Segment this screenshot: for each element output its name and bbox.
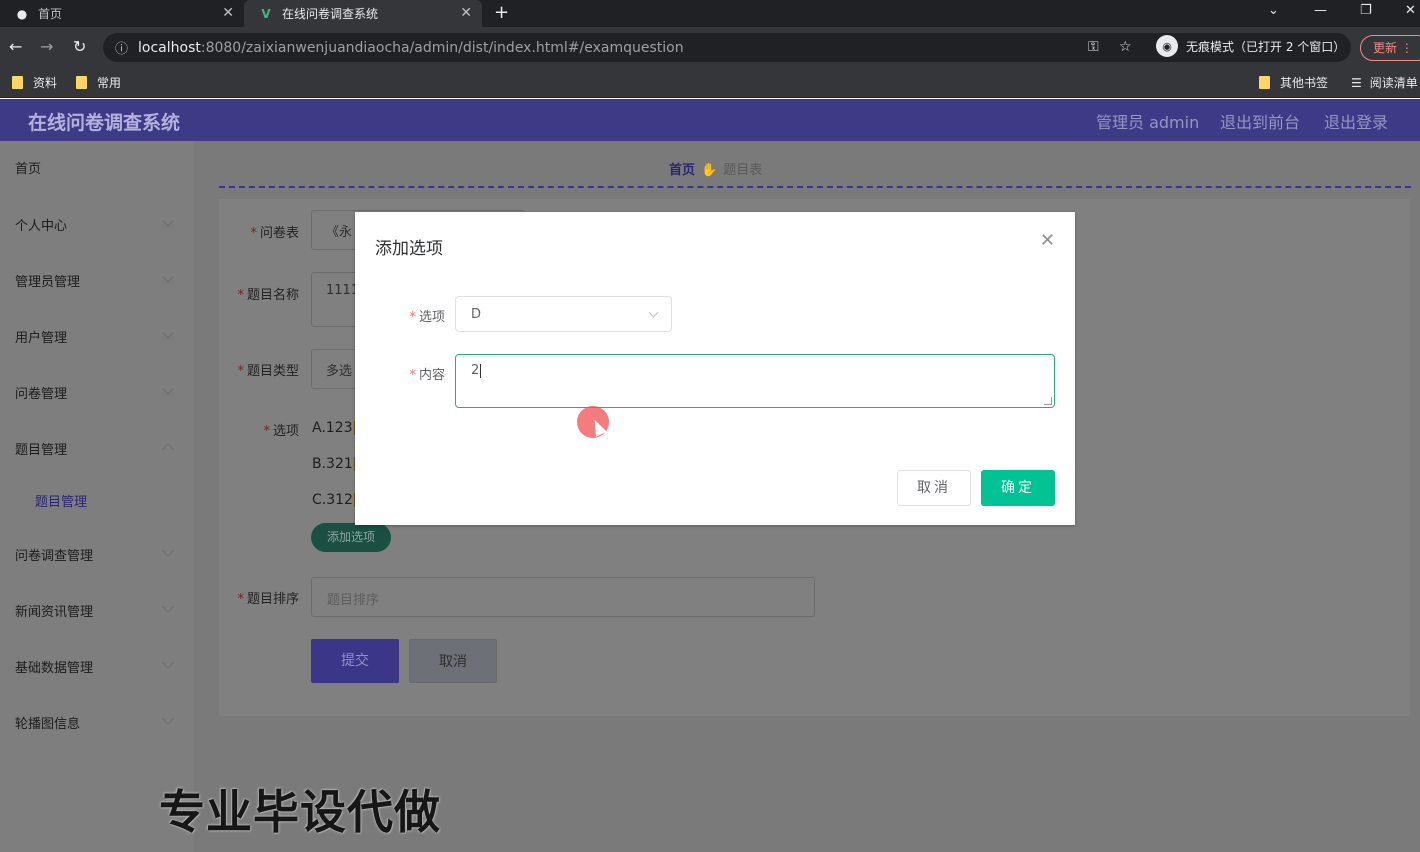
watermark-text: 专业毕设代做 bbox=[159, 785, 441, 839]
site-info-icon[interactable]: ⓘ bbox=[115, 38, 128, 57]
bookmark-label: 资料 bbox=[33, 76, 58, 90]
update-button[interactable]: 更新 ⋮ bbox=[1360, 35, 1420, 61]
question-order-placeholder: 题目排序 bbox=[327, 593, 380, 608]
tab-search-icon[interactable]: ⌄ bbox=[1268, 3, 1279, 18]
resize-handle-icon[interactable] bbox=[1044, 397, 1052, 405]
sidebar-item-personal-center[interactable]: 个人中心 bbox=[15, 215, 67, 234]
option-item: A.123 bbox=[312, 420, 360, 436]
question-order-label: * 题目排序 bbox=[237, 592, 299, 607]
content-field-label: * 内容 bbox=[409, 368, 445, 383]
option-text: A.123 bbox=[312, 420, 353, 436]
globe-icon: ● bbox=[16, 6, 28, 21]
exit-to-front-link[interactable]: 退出到前台 bbox=[1220, 109, 1300, 133]
reading-list[interactable]: ☰ 阅读清单 bbox=[1351, 74, 1418, 91]
option-letter-select[interactable]: D bbox=[455, 296, 672, 332]
option-text: B.321 bbox=[312, 456, 353, 472]
reading-list-icon: ☰ bbox=[1351, 75, 1362, 90]
bookmark-label: 其他书签 bbox=[1280, 76, 1329, 90]
back-icon[interactable]: ← bbox=[9, 37, 22, 56]
other-bookmarks[interactable]: 其他书签 bbox=[1259, 74, 1328, 91]
minimize-icon[interactable]: — bbox=[1314, 3, 1327, 18]
breadcrumb-home[interactable]: 首页 bbox=[669, 163, 695, 178]
tab-title: 首页 bbox=[38, 7, 63, 21]
sidebar-item-news-management[interactable]: 新闻资讯管理 bbox=[15, 601, 93, 620]
admin-user-label: 管理员 admin bbox=[1096, 113, 1200, 132]
breadcrumb: 首页 ✋ 题目表 bbox=[669, 159, 762, 178]
option-item: C.312 bbox=[312, 492, 360, 508]
browser-tab-active[interactable]: V 在线问卷调查系统 ✕ bbox=[244, 0, 482, 27]
url-path: :8080/zaixianwenjuandiaocha/admin/dist/i… bbox=[200, 39, 684, 56]
dialog-cancel-button[interactable]: 取消 bbox=[897, 470, 971, 506]
content-value: 2 bbox=[471, 363, 480, 378]
sidebar bbox=[0, 141, 194, 852]
restore-icon[interactable]: ❐ bbox=[1360, 3, 1372, 18]
bookmark-folder[interactable]: 资料 bbox=[12, 74, 57, 91]
incognito-icon: ◉ bbox=[1156, 35, 1178, 57]
sidebar-item-survey-response-management[interactable]: 问卷调查管理 bbox=[15, 545, 93, 564]
form-cancel-button[interactable]: 取消 bbox=[409, 639, 497, 683]
option-letter-value: D bbox=[471, 307, 482, 322]
forward-icon[interactable]: → bbox=[40, 37, 53, 56]
key-icon[interactable]: ⚿ bbox=[1088, 39, 1099, 55]
question-name-label: * 题目名称 bbox=[237, 288, 299, 303]
incognito-label: 无痕模式（已打开 2 个窗口） bbox=[1186, 39, 1346, 54]
folder-icon bbox=[76, 76, 87, 89]
window-close-icon[interactable]: ✕ bbox=[1405, 3, 1416, 18]
dialog-confirm-button[interactable]: 确定 bbox=[981, 470, 1055, 506]
option-field-label: * 选项 bbox=[409, 310, 445, 325]
bookmark-folder[interactable]: 常用 bbox=[76, 74, 121, 91]
sidebar-subitem-question-management[interactable]: 题目管理 bbox=[35, 491, 87, 510]
bookmark-label: 常用 bbox=[97, 76, 122, 90]
content-textarea[interactable]: 2 bbox=[455, 354, 1055, 408]
sidebar-item-carousel-info[interactable]: 轮播图信息 bbox=[15, 713, 80, 732]
survey-select-value: 《永 bbox=[326, 225, 353, 240]
url-host: localhost bbox=[138, 39, 201, 56]
sidebar-item-user-management[interactable]: 用户管理 bbox=[15, 327, 67, 346]
text-caret bbox=[480, 363, 482, 378]
star-icon[interactable]: ☆ bbox=[1119, 39, 1132, 55]
sidebar-item-base-data-management[interactable]: 基础数据管理 bbox=[15, 657, 93, 676]
survey-field-label: * 问卷表 bbox=[250, 226, 299, 241]
dialog-title: 添加选项 bbox=[375, 239, 443, 259]
browser-tab-home[interactable]: ● 首页 ✕ bbox=[0, 0, 244, 27]
add-option-button[interactable]: 添加选项 bbox=[311, 523, 391, 552]
reload-icon[interactable]: ↻ bbox=[73, 37, 86, 56]
sidebar-item-home[interactable]: 首页 bbox=[15, 158, 41, 177]
vue-logo-icon: V bbox=[261, 6, 271, 21]
add-option-dialog: 添加选项 ✕ * 选项 D * 内容 2 取消 确定 bbox=[355, 212, 1075, 525]
close-tab-icon[interactable]: ✕ bbox=[460, 5, 472, 21]
bookmarks-bar: 资料 常用 其他书签 ☰ 阅读清单 bbox=[0, 68, 1420, 98]
options-label: * 选项 bbox=[263, 424, 299, 439]
incognito-indicator[interactable]: ◉ 无痕模式（已打开 2 个窗口） bbox=[1156, 35, 1345, 57]
new-tab-icon[interactable]: + bbox=[494, 2, 509, 23]
reading-list-label: 阅读清单 bbox=[1369, 76, 1418, 90]
logout-link[interactable]: 退出登录 bbox=[1324, 109, 1388, 133]
app-title: 在线问卷调查系统 bbox=[28, 112, 181, 134]
sidebar-item-admin-management[interactable]: 管理员管理 bbox=[15, 271, 80, 290]
submit-button[interactable]: 提交 bbox=[311, 639, 399, 683]
tab-title: 在线问卷调查系统 bbox=[282, 7, 379, 21]
close-tab-icon[interactable]: ✕ bbox=[222, 5, 234, 21]
breadcrumb-divider bbox=[219, 186, 1411, 188]
sidebar-item-question-management[interactable]: 题目管理 bbox=[15, 439, 67, 458]
hand-icon: ✋ bbox=[701, 163, 718, 178]
option-text: C.312 bbox=[312, 492, 353, 508]
close-icon[interactable]: ✕ bbox=[1040, 230, 1055, 251]
app-header: 在线问卷调查系统 管理员 admin 退出到前台 退出登录 bbox=[0, 99, 1420, 141]
option-item: B.321 bbox=[312, 456, 360, 472]
question-order-input[interactable]: 题目排序 bbox=[311, 577, 815, 617]
browser-tab-bar: ● 首页 ✕ V 在线问卷调查系统 ✕ + ⌄ — ❐ ✕ bbox=[0, 0, 1420, 27]
folder-icon bbox=[12, 76, 23, 89]
breadcrumb-current: 题目表 bbox=[723, 163, 763, 178]
question-type-value: 多选 bbox=[326, 364, 353, 379]
folder-icon bbox=[1259, 76, 1270, 89]
sidebar-item-survey-management[interactable]: 问卷管理 bbox=[15, 383, 67, 402]
update-label: 更新 bbox=[1373, 41, 1398, 55]
chevron-down-icon bbox=[648, 307, 659, 318]
question-type-label: * 题目类型 bbox=[237, 364, 299, 379]
